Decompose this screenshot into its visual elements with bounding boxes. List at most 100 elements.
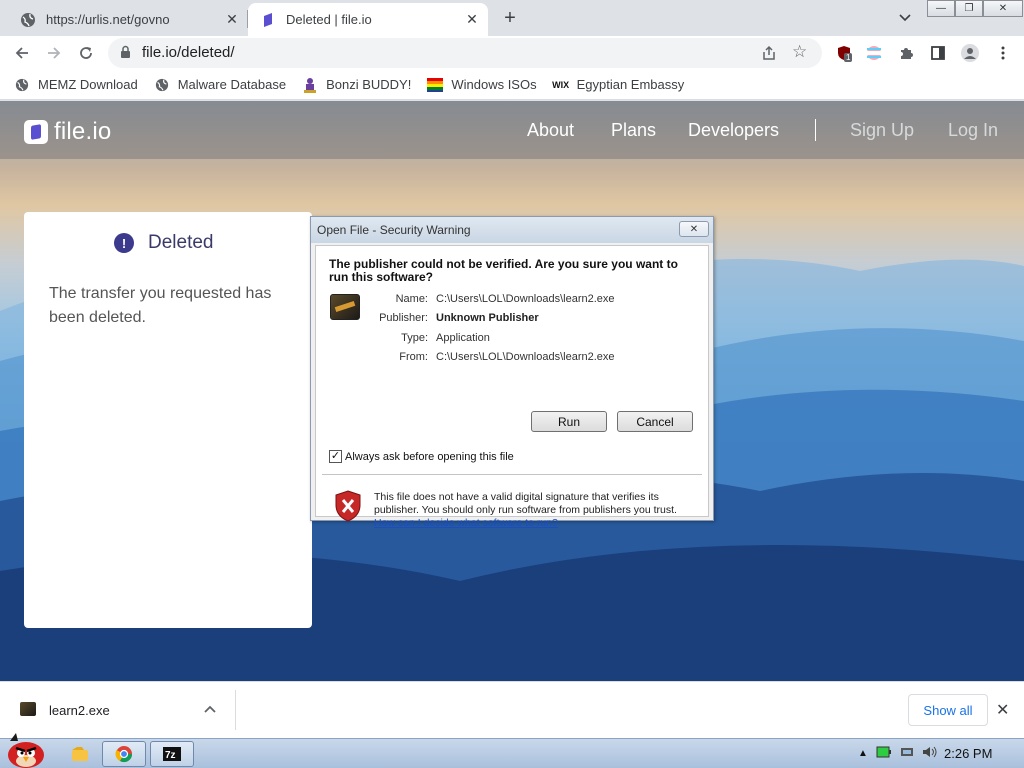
lock-icon[interactable]: [120, 45, 131, 64]
help-link[interactable]: How can I decide what software to run?: [374, 517, 694, 530]
ublock-extension-icon[interactable]: 1: [834, 43, 854, 63]
nav-plans[interactable]: Plans: [611, 120, 656, 141]
site-navbar: file.io About Plans Developers Sign Up L…: [0, 101, 1024, 159]
fileio-favicon-icon: [260, 12, 276, 28]
extension-badge: 1: [844, 53, 853, 62]
nav-about[interactable]: About: [527, 120, 574, 141]
tray-expand-icon[interactable]: ▲: [858, 748, 868, 759]
side-panel-icon[interactable]: [928, 43, 948, 63]
security-warning-dialog: Open File - Security Warning ✕ The publi…: [310, 216, 714, 529]
menu-kebab-icon[interactable]: [993, 43, 1013, 63]
nav-sign-up[interactable]: Sign Up: [850, 120, 914, 141]
explorer-taskbar-icon[interactable]: [58, 741, 102, 767]
start-button-angry-bird-icon[interactable]: [4, 731, 48, 768]
tab-search-icon[interactable]: [895, 8, 915, 28]
download-item[interactable]: learn2.exe: [0, 690, 236, 730]
minimize-icon[interactable]: —: [927, 0, 955, 17]
bookmark-label: Egyptian Embassy: [576, 77, 685, 92]
volume-icon[interactable]: [922, 746, 938, 761]
field-publisher-label: Publisher:: [379, 312, 428, 324]
checkbox-checked-icon[interactable]: ✓: [329, 450, 342, 463]
share-icon[interactable]: [761, 45, 777, 66]
battery-icon[interactable]: [876, 746, 892, 761]
download-filename[interactable]: learn2.exe: [49, 703, 110, 718]
download-shelf: learn2.exe Show all ✕: [0, 681, 1024, 738]
card-message: The transfer you requested has been dele…: [49, 285, 272, 326]
system-tray: ▲: [858, 746, 938, 761]
field-type-label: Type:: [401, 332, 428, 344]
dialog-close-icon[interactable]: ✕: [679, 221, 709, 237]
dialog-question: The publisher could not be verified. Are…: [329, 257, 678, 284]
bookmark-windows-isos[interactable]: Windows ISOs: [427, 77, 537, 93]
close-shelf-icon[interactable]: ✕: [996, 700, 1009, 720]
chevron-up-icon[interactable]: [204, 700, 216, 716]
back-icon[interactable]: [10, 41, 34, 65]
taskbar-clock[interactable]: 2:26 PM: [944, 746, 992, 761]
globe-icon: [20, 12, 36, 28]
field-from-label: From:: [399, 351, 428, 363]
bookmark-star-icon[interactable]: ☆: [792, 42, 807, 62]
reload-icon[interactable]: [74, 41, 98, 65]
network-icon[interactable]: [900, 746, 914, 761]
run-button[interactable]: Run: [531, 411, 607, 432]
globe-icon: [154, 77, 170, 93]
always-ask-checkbox[interactable]: ✓ Always ask before opening this file: [329, 450, 514, 463]
nav-log-in[interactable]: Log In: [948, 120, 998, 141]
bonzi-icon: [302, 77, 318, 93]
globe-icon: [14, 77, 30, 93]
flag-extension-icon[interactable]: [864, 43, 884, 63]
warning-text: This file does not have a valid digital …: [374, 491, 677, 516]
bookmark-malware-database[interactable]: Malware Database: [154, 77, 286, 93]
tab-fileio[interactable]: Deleted | file.io ✕: [248, 3, 488, 36]
nav-developers[interactable]: Developers: [688, 120, 779, 141]
windows-taskbar: 7z ▲ 2:26 PM: [0, 733, 1024, 768]
dialog-title: Open File - Security Warning: [317, 223, 471, 237]
chrome-taskbar-icon[interactable]: [102, 741, 146, 767]
bookmark-label: Windows ISOs: [451, 77, 537, 92]
browser-toolbar: file.io/deleted/ ☆ 1: [0, 36, 1024, 70]
deleted-card: ! Deleted The transfer you requested has…: [24, 212, 312, 628]
profile-avatar-icon[interactable]: [960, 43, 980, 63]
tab-urlis[interactable]: https://urlis.net/govno ✕: [8, 3, 248, 36]
bookmark-egyptian-embassy[interactable]: WIX Egyptian Embassy: [552, 77, 685, 93]
card-heading: ! Deleted: [114, 232, 214, 254]
bookmark-label: Malware Database: [177, 77, 287, 92]
tab-title: https://urlis.net/govno: [46, 12, 170, 27]
tab-close-icon[interactable]: ✕: [462, 10, 482, 30]
fileio-logo[interactable]: file.io: [24, 118, 111, 146]
wix-icon: WIX: [552, 79, 570, 90]
svg-text:7z: 7z: [165, 750, 176, 761]
exe-file-icon: [20, 702, 36, 716]
bookmark-memz[interactable]: MEMZ Download: [14, 77, 138, 93]
dialog-body: The publisher could not be verified. Are…: [315, 245, 709, 529]
restore-icon[interactable]: ❐: [955, 0, 983, 17]
exclamation-icon: !: [114, 233, 134, 253]
forward-icon[interactable]: [42, 41, 66, 65]
application-icon: [330, 294, 360, 320]
tab-strip: https://urlis.net/govno ✕ Deleted | file…: [0, 0, 1024, 36]
close-window-icon[interactable]: ✕: [983, 0, 1023, 17]
window-controls: — ❐ ✕: [927, 0, 1023, 18]
field-type-value: Application: [436, 332, 490, 344]
tab-title: Deleted | file.io: [286, 12, 372, 27]
7zip-taskbar-icon[interactable]: 7z: [150, 741, 194, 767]
windows-flag-icon: [427, 77, 444, 93]
extensions-puzzle-icon[interactable]: [896, 43, 916, 63]
address-bar[interactable]: file.io/deleted/ ☆: [108, 38, 822, 68]
bookmarks-bar: MEMZ Download Malware Database Bonzi BUD…: [0, 70, 1024, 100]
field-publisher-value: Unknown Publisher: [436, 312, 539, 324]
tab-close-icon[interactable]: ✕: [222, 10, 242, 30]
field-name-value: C:\Users\LOL\Downloads\learn2.exe: [436, 293, 615, 305]
dialog-titlebar[interactable]: Open File - Security Warning ✕: [311, 217, 713, 243]
fileio-logo-icon: [24, 120, 48, 144]
cancel-button[interactable]: Cancel: [617, 411, 693, 432]
url-text[interactable]: file.io/deleted/: [142, 44, 235, 61]
dialog-separator: [322, 474, 702, 475]
bookmark-label: Bonzi BUDDY!: [326, 77, 412, 92]
warning-text-block: This file does not have a valid digital …: [374, 491, 694, 530]
bookmark-label: MEMZ Download: [38, 77, 138, 92]
show-all-button[interactable]: Show all: [908, 694, 988, 726]
brand-name: file.io: [54, 118, 112, 145]
bookmark-bonzi-buddy[interactable]: Bonzi BUDDY!: [302, 77, 411, 93]
new-tab-button[interactable]: +: [498, 6, 522, 30]
